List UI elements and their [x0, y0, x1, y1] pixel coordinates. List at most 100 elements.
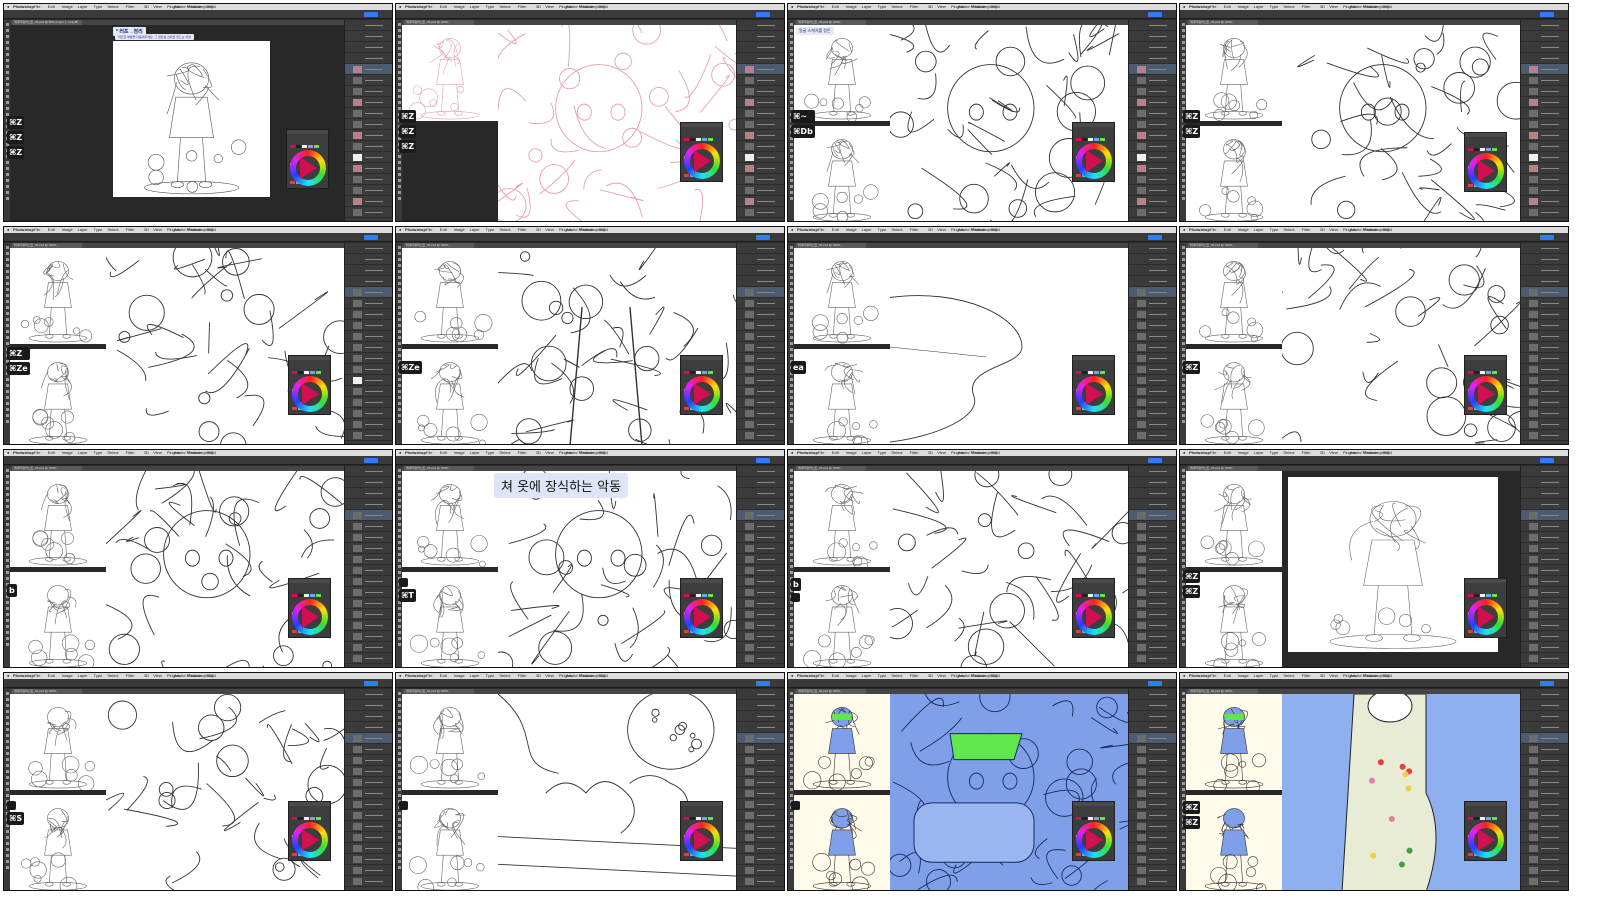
- tool-icon[interactable]: [397, 475, 401, 478]
- color-swatch[interactable]: [1468, 371, 1473, 374]
- tool-icon[interactable]: [1181, 294, 1185, 297]
- tool-icon[interactable]: [1181, 282, 1185, 285]
- tool-icon[interactable]: [397, 818, 401, 821]
- layer-row[interactable]: [1521, 119, 1568, 130]
- tool-icon[interactable]: [789, 607, 793, 610]
- layer-row[interactable]: [1129, 744, 1176, 755]
- layer-row[interactable]: [1521, 31, 1568, 42]
- layer-row[interactable]: [1521, 408, 1568, 419]
- layer-row[interactable]: [737, 309, 784, 320]
- layer-row[interactable]: [345, 97, 392, 108]
- tool-icon[interactable]: [789, 35, 793, 38]
- layer-row[interactable]: [1129, 854, 1176, 865]
- tool-icon[interactable]: [1181, 619, 1185, 622]
- tool-icon[interactable]: [1181, 179, 1185, 182]
- layer-row[interactable]: [345, 554, 392, 565]
- layer-row[interactable]: [345, 744, 392, 755]
- layer-row[interactable]: [345, 631, 392, 642]
- layer-row[interactable]: [737, 342, 784, 353]
- layer-row[interactable]: [1129, 653, 1176, 664]
- tool-icon[interactable]: [397, 252, 401, 255]
- tool-icon[interactable]: [1181, 53, 1185, 56]
- layer-row[interactable]: [737, 31, 784, 42]
- color-wheel-icon[interactable]: [292, 376, 328, 412]
- layer-row[interactable]: [1521, 174, 1568, 185]
- swatches[interactable]: [292, 585, 327, 633]
- tool-icon[interactable]: [1181, 402, 1185, 405]
- tool-icon[interactable]: [1181, 499, 1185, 502]
- tool-icon[interactable]: [5, 692, 9, 695]
- tool-icon[interactable]: [789, 493, 793, 496]
- layer-row[interactable]: [1521, 397, 1568, 408]
- tool-icon[interactable]: [789, 764, 793, 767]
- layer-row[interactable]: [737, 364, 784, 375]
- tool-icon[interactable]: [1181, 565, 1185, 568]
- color-swatch[interactable]: [1082, 594, 1087, 597]
- layer-row[interactable]: [737, 276, 784, 287]
- tool-icon[interactable]: [397, 553, 401, 556]
- layer-row[interactable]: [1129, 689, 1176, 700]
- layer-row[interactable]: [345, 799, 392, 810]
- swatches[interactable]: [684, 585, 719, 633]
- color-wheel-panel[interactable]: [680, 122, 723, 182]
- layer-row[interactable]: [1129, 163, 1176, 174]
- tool-icon[interactable]: [397, 571, 401, 574]
- tool-icon[interactable]: [1181, 288, 1185, 291]
- layer-row[interactable]: [1129, 53, 1176, 64]
- layer-row[interactable]: [1129, 722, 1176, 733]
- layer-row[interactable]: [737, 477, 784, 488]
- layer-row[interactable]: [345, 565, 392, 576]
- tool-icon[interactable]: [5, 342, 9, 345]
- tool-icon[interactable]: [397, 728, 401, 731]
- tool-icon[interactable]: [1181, 734, 1185, 737]
- tool-icon[interactable]: [397, 746, 401, 749]
- tool-icon[interactable]: [789, 824, 793, 827]
- layer-row[interactable]: [737, 543, 784, 554]
- tool-icon[interactable]: [1181, 505, 1185, 508]
- color-wheel-panel[interactable]: [1464, 578, 1507, 638]
- tool-icon[interactable]: [397, 354, 401, 357]
- layer-row[interactable]: [345, 163, 392, 174]
- color-wheel-panel[interactable]: [288, 578, 331, 638]
- color-swatch[interactable]: [684, 853, 689, 856]
- tool-icon[interactable]: [1181, 553, 1185, 556]
- layer-row[interactable]: [1129, 119, 1176, 130]
- tool-icon[interactable]: [397, 258, 401, 261]
- layer-row[interactable]: [1521, 386, 1568, 397]
- layer-row[interactable]: [737, 243, 784, 254]
- layer-row[interactable]: [345, 733, 392, 744]
- tool-icon[interactable]: [5, 529, 9, 532]
- layer-row[interactable]: [737, 108, 784, 119]
- color-swatch[interactable]: [696, 138, 701, 141]
- tool-icon[interactable]: [5, 47, 9, 50]
- tool-icon[interactable]: [1181, 324, 1185, 327]
- tool-icon[interactable]: [1181, 722, 1185, 725]
- tool-icon[interactable]: [1181, 83, 1185, 86]
- tool-icon[interactable]: [789, 625, 793, 628]
- layer-row[interactable]: [345, 108, 392, 119]
- tool-icon[interactable]: [397, 53, 401, 56]
- tool-icon[interactable]: [397, 324, 401, 327]
- layer-row[interactable]: [1521, 554, 1568, 565]
- tool-icon[interactable]: [397, 704, 401, 707]
- layer-row[interactable]: [1129, 243, 1176, 254]
- tool-icon[interactable]: [789, 396, 793, 399]
- tool-icon[interactable]: [1181, 29, 1185, 32]
- layer-row[interactable]: [345, 653, 392, 664]
- layer-row[interactable]: [1521, 722, 1568, 733]
- layer-row[interactable]: [345, 700, 392, 711]
- layer-row[interactable]: [345, 810, 392, 821]
- tool-icon[interactable]: [1181, 836, 1185, 839]
- color-wheel-icon[interactable]: [1076, 376, 1112, 412]
- layer-row[interactable]: [345, 287, 392, 298]
- color-swatch[interactable]: [1492, 594, 1497, 597]
- tool-icon[interactable]: [789, 698, 793, 701]
- layer-row[interactable]: [1129, 375, 1176, 386]
- layer-row[interactable]: [1129, 521, 1176, 532]
- share-button[interactable]: [364, 12, 378, 17]
- layer-row[interactable]: [1129, 631, 1176, 642]
- tool-icon[interactable]: [5, 469, 9, 472]
- layer-row[interactable]: [737, 97, 784, 108]
- tool-icon[interactable]: [5, 547, 9, 550]
- layer-row[interactable]: [1129, 576, 1176, 587]
